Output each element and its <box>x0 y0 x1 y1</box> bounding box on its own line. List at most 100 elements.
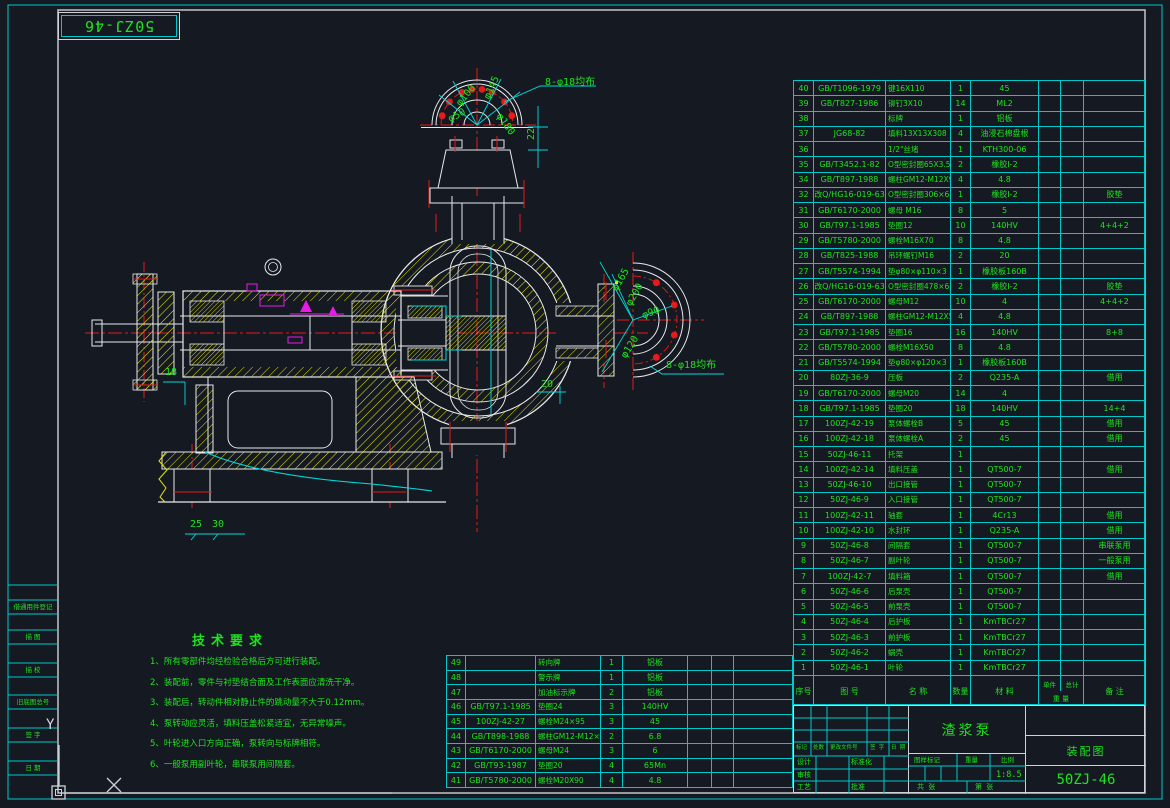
title-block: 标记处数更改文件号签 字日 期 设计 标准化 审核 工艺 批准 渣浆泵 图样标记… <box>793 705 1145 793</box>
table-row: 24GB/T897-1988螺柱GM12-M12X5544.8 <box>794 310 1144 325</box>
table-cell: 12 <box>794 493 814 507</box>
table-cell: 28 <box>794 249 814 263</box>
table-row: 49转向牌1铝板 <box>447 656 792 671</box>
table-cell: 42 <box>447 759 466 773</box>
table-cell: O型密封圈65X3.55 <box>886 157 951 171</box>
role-approve: 批准 <box>851 784 865 791</box>
table-cell: KmTBCr27 <box>971 615 1039 629</box>
table-cell: 24 <box>794 310 814 324</box>
table-cell <box>1061 401 1084 415</box>
table-cell <box>688 671 712 685</box>
table-cell: 50ZJ-46-6 <box>814 584 886 598</box>
table-cell: 50ZJ-46-11 <box>814 447 886 461</box>
table-cell: 借用 <box>1084 371 1145 385</box>
tech-item: 4、泵转动应灵活，填料压盖松紧适宜，无异常噪声。 <box>150 717 450 732</box>
weight-label: 重量 <box>965 757 978 764</box>
table-cell <box>466 656 536 670</box>
table-cell <box>1039 96 1061 110</box>
table-cell: 13 <box>794 478 814 492</box>
table-cell: 4 <box>601 773 623 787</box>
table-cell: QT500-7 <box>971 493 1039 507</box>
table-cell: 4 <box>951 127 971 141</box>
table-cell <box>1084 203 1145 217</box>
table-cell: 2 <box>951 249 971 263</box>
table-cell <box>1084 234 1145 248</box>
table-row: 37JG68-82填料13X13X3084油浸石棉盘根 <box>794 127 1144 142</box>
table-cell: 4 <box>951 310 971 324</box>
parts-list-right: 40GB/T1096-1979键16X11014539GB/T827-1986铆… <box>793 80 1145 676</box>
table-cell <box>734 671 793 685</box>
table-cell: 借用 <box>1084 508 1145 522</box>
table-cell: GB/T897-1988 <box>814 310 886 324</box>
table-row: 31GB/T6170-2000螺母 M1685 <box>794 203 1144 218</box>
table-cell: 1 <box>951 447 971 461</box>
table-cell: 45 <box>971 81 1039 95</box>
tech-item: 2、装配前，零件与衬垫结合面及工作表面应清洗干净。 <box>150 676 450 691</box>
table-cell: 9 <box>794 539 814 553</box>
table-cell <box>1084 173 1145 187</box>
table-cell: 吊环螺钉M16 <box>886 249 951 263</box>
table-cell: 垫φ80×φ110×3 <box>886 264 951 278</box>
table-cell: 4 <box>951 173 971 187</box>
table-cell: 橡胶板160B <box>971 356 1039 370</box>
table-cell <box>1084 584 1145 598</box>
cad-canvas[interactable]: 50ZJ-46 借通用件登记描 图描 校旧底图总号签 字日 期 技术要求 1、所… <box>0 0 1170 808</box>
table-cell: 29 <box>794 234 814 248</box>
table-cell: 出口接管 <box>886 478 951 492</box>
table-cell: 100ZJ-42-7 <box>814 569 886 583</box>
table-cell: 螺栓M16X70 <box>886 234 951 248</box>
table-row: 1350ZJ-46-10出口接管1QT500-7 <box>794 478 1144 493</box>
table-cell <box>1061 81 1084 95</box>
table-cell: 65Mn <box>623 759 688 773</box>
table-row: 19GB/T6170-2000螺母M20144 <box>794 386 1144 401</box>
table-cell: 6.8 <box>623 729 688 743</box>
table-cell <box>688 773 712 787</box>
table-cell <box>1061 356 1084 370</box>
table-row: 2080ZJ-36-9压板2Q235-A借用 <box>794 371 1144 386</box>
table-row: 350ZJ-46-3前护板1KmTBCr27 <box>794 630 1144 645</box>
table-cell: 35 <box>794 157 814 171</box>
table-cell: 50ZJ-46-9 <box>814 493 886 507</box>
scale-label: 比例 <box>1001 757 1014 764</box>
table-cell <box>1061 340 1084 354</box>
table-cell: 改Q/HG16-019-63 <box>814 279 886 293</box>
table-cell <box>1084 386 1145 400</box>
dim: 20 <box>541 380 553 390</box>
table-cell: 键16X110 <box>886 81 951 95</box>
table-cell: GB/T3452.1-82 <box>814 157 886 171</box>
table-cell: 100ZJ-42-14 <box>814 462 886 476</box>
table-cell: QT500-7 <box>971 554 1039 568</box>
table-cell <box>1084 615 1145 629</box>
table-cell: 1 <box>951 645 971 659</box>
table-cell: 50ZJ-46-3 <box>814 630 886 644</box>
table-row: 17100ZJ-42-19泵体螺栓B545借用 <box>794 417 1144 432</box>
table-cell <box>1039 523 1061 537</box>
table-cell: 20 <box>971 249 1039 263</box>
table-cell: 1 <box>601 671 623 685</box>
role-design: 设计 <box>797 759 811 766</box>
table-cell: 2 <box>794 645 814 659</box>
table-cell: 胶垫 <box>1084 188 1145 202</box>
table-cell <box>1084 81 1145 95</box>
table-cell: 垫圈12 <box>886 218 951 232</box>
table-cell: 31 <box>794 203 814 217</box>
table-cell: 泵体螺栓B <box>886 417 951 431</box>
table-cell: 100ZJ-42-18 <box>814 432 886 446</box>
table-cell <box>688 729 712 743</box>
table-cell <box>814 112 886 126</box>
table-cell <box>1084 493 1145 507</box>
table-cell: 50ZJ-46-10 <box>814 478 886 492</box>
ucs-y-label: Y <box>46 718 54 732</box>
table-cell: 4 <box>971 295 1039 309</box>
table-cell <box>1084 340 1145 354</box>
table-cell <box>734 715 793 729</box>
border-field: 日 期 <box>8 762 58 772</box>
table-cell: 泵体螺栓A <box>886 432 951 446</box>
header-cell-w2: 总计 <box>1061 676 1084 691</box>
table-cell: 螺母M12 <box>886 295 951 309</box>
table-cell <box>1084 96 1145 110</box>
table-cell: 38 <box>794 112 814 126</box>
table-cell <box>1039 508 1061 522</box>
tech-title: 技术要求 <box>192 630 450 649</box>
table-cell <box>466 685 536 699</box>
